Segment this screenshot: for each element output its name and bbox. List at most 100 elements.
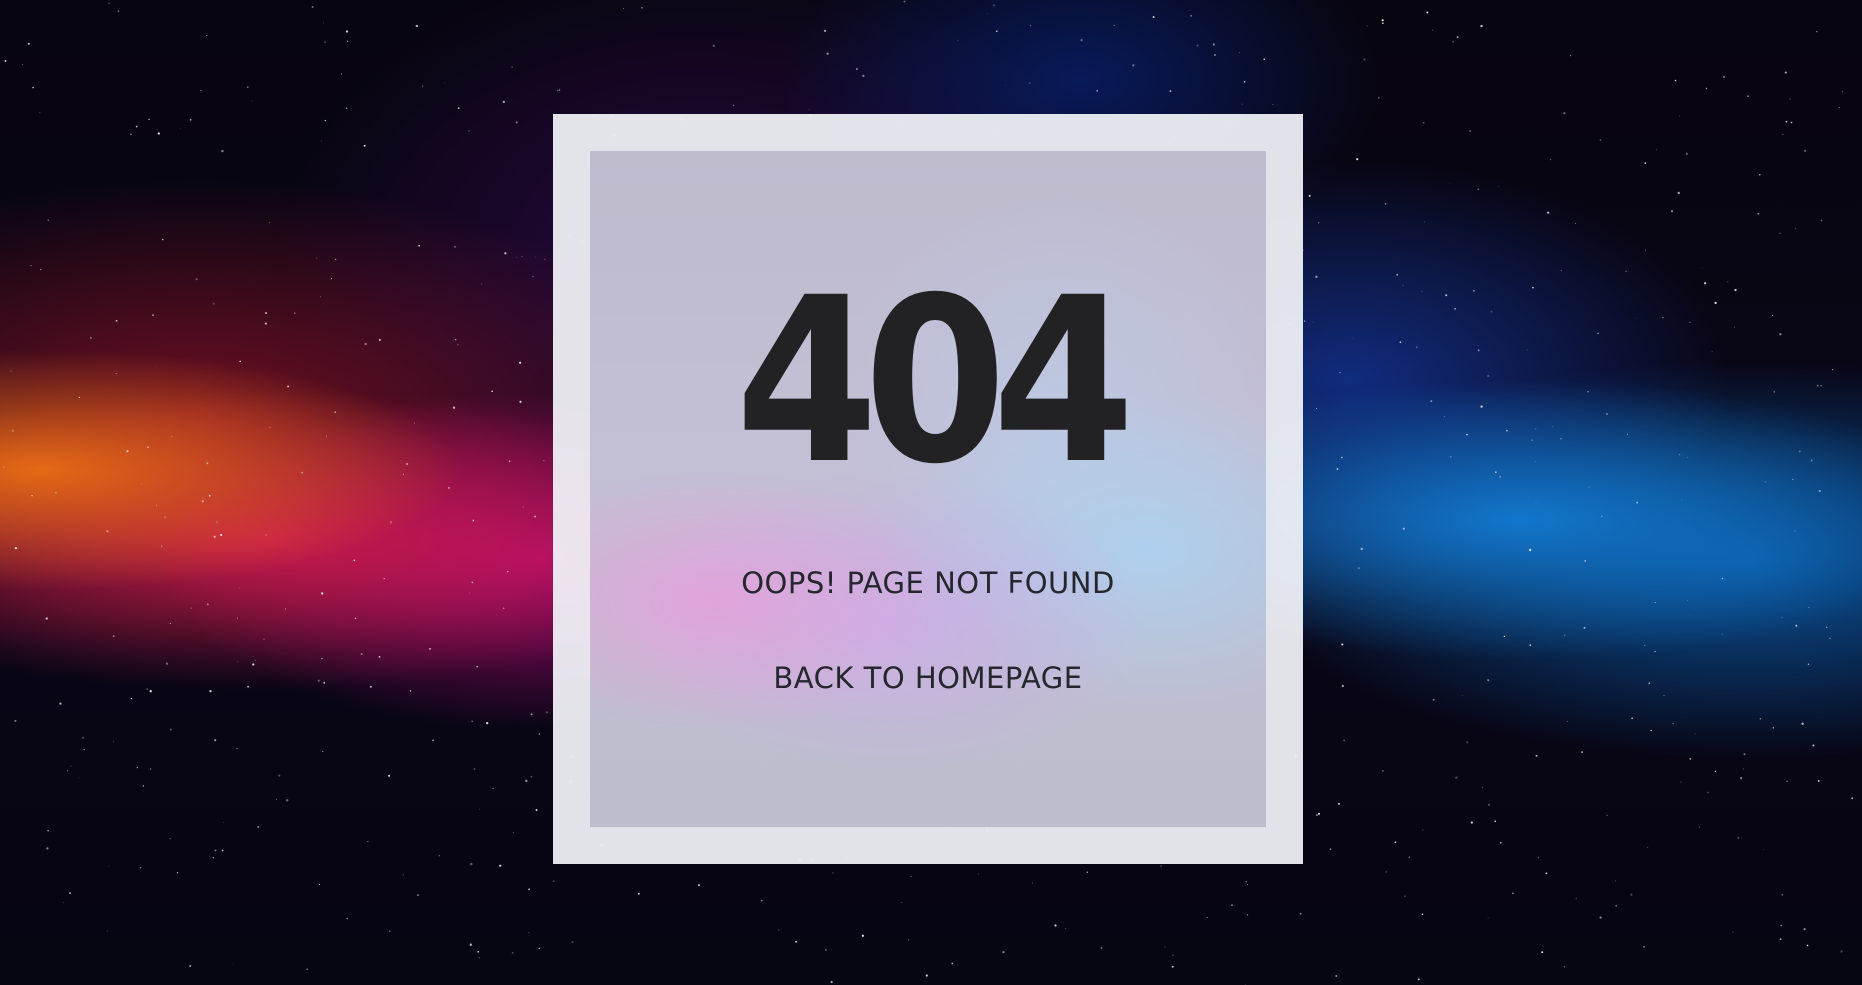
star [115,319,118,322]
star [525,779,528,782]
star [189,964,192,968]
star [1299,912,1302,915]
back-to-homepage-link[interactable]: BACK TO HOMEPAGE [590,658,1266,698]
star [418,244,420,247]
star [165,662,169,665]
star [832,872,834,874]
star [472,519,475,522]
star [311,6,314,8]
star [1763,849,1764,850]
star [1606,814,1608,816]
star [1422,829,1424,831]
star [334,411,337,413]
star [993,4,996,7]
star [334,258,337,261]
error-code: 404 [735,248,1135,514]
star [1772,727,1774,729]
star [1245,881,1247,883]
star [1421,290,1423,292]
star [808,108,810,110]
star [1838,107,1840,108]
star [1455,776,1458,779]
star [1341,684,1344,688]
star [1466,433,1468,436]
star [316,257,317,259]
star [322,22,324,24]
error-card-inner: 404 OOPS! PAGE NOT FOUND BACK TO HOMEPAG… [590,151,1266,827]
star [1356,158,1359,161]
star [321,592,324,595]
star [1212,43,1215,46]
star [200,89,202,91]
star [148,118,150,121]
star [1614,880,1616,882]
star [236,617,238,619]
star [1534,460,1536,462]
star [1341,456,1343,459]
star [1381,22,1384,25]
star [1832,369,1834,371]
star [1506,429,1508,432]
star [189,118,192,121]
star [108,2,110,4]
star [476,665,479,668]
star [1575,222,1576,224]
star [142,785,145,787]
star [1263,58,1266,61]
star [1575,898,1577,900]
star [278,774,281,777]
star [473,768,476,770]
star [1423,122,1425,124]
star [239,360,241,363]
star [294,312,296,314]
star [115,372,117,375]
star [1779,232,1781,235]
star [1318,222,1320,224]
star [538,947,541,950]
star [383,577,385,580]
star [452,406,456,409]
star [156,504,158,506]
star [530,775,533,778]
star [1587,391,1589,393]
star [1707,791,1709,794]
star [1247,884,1249,886]
star [1663,695,1665,697]
star [1336,468,1339,470]
star [432,739,434,742]
star [1490,310,1493,313]
star [1552,426,1554,428]
star [1316,408,1317,409]
star [78,396,81,399]
star [1526,349,1528,351]
star [1246,914,1249,916]
star [1004,85,1006,87]
star [257,826,260,828]
star [32,86,34,89]
star [1644,162,1647,164]
star [1792,478,1794,481]
star [1448,183,1450,185]
star [545,711,548,714]
star [1705,87,1708,90]
star [1272,103,1274,105]
star [1430,400,1433,403]
star [1674,79,1677,82]
star [346,917,348,920]
star [697,884,701,887]
star [951,962,954,965]
star [1480,405,1483,408]
star [1404,895,1406,898]
star [112,741,114,743]
star [1160,865,1162,867]
star [136,766,138,769]
star [1563,966,1565,968]
star [1647,846,1649,848]
star [1477,188,1480,191]
star [1241,103,1243,105]
star [528,931,530,934]
star [900,902,902,903]
star [1499,841,1502,844]
star [106,530,109,533]
star [910,875,912,877]
